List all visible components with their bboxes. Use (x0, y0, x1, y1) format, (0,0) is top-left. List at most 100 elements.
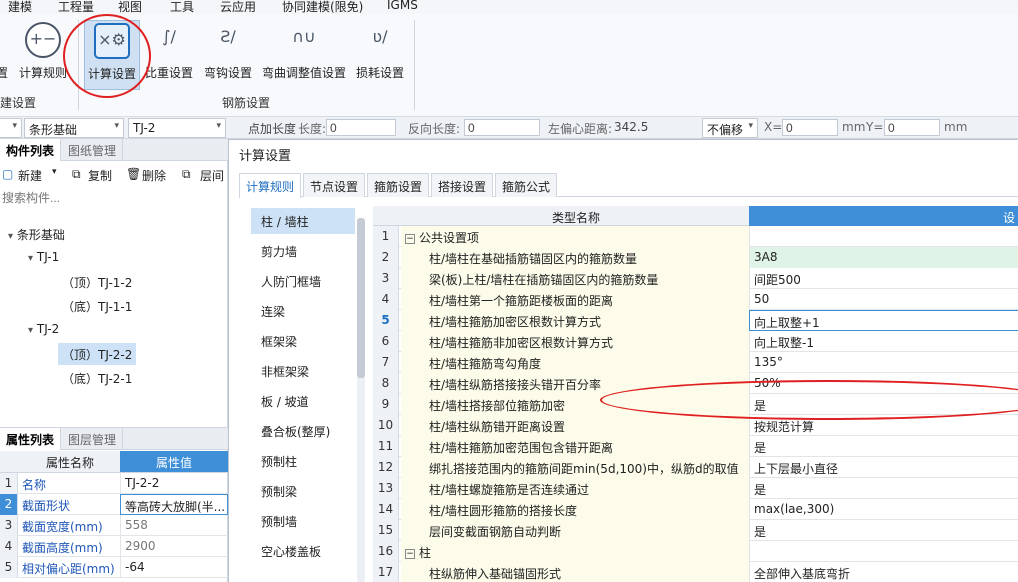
component-search-input[interactable] (0, 189, 226, 207)
category-item[interactable]: 连梁 (251, 298, 355, 324)
property-name: 截面形状 (22, 499, 71, 513)
tree-node-tj1-2[interactable]: （顶）TJ-1-2 (58, 271, 136, 293)
grid-group-row[interactable]: 1− 公共设置项 (373, 226, 1018, 247)
menu-item-view[interactable]: 视图 (118, 0, 142, 14)
property-value[interactable]: 558 (120, 515, 228, 536)
property-value[interactable]: 等高砖大放脚(半... (120, 494, 228, 515)
setting-value[interactable]: 3A8 (749, 247, 1018, 268)
ribbon-button-hook[interactable]: Ƨ∕ 弯钩设置 (202, 20, 254, 90)
grid-row[interactable]: 14 柱/墙柱圆形箍筋的搭接长度 max(lae,300) (373, 499, 1018, 520)
y-input[interactable] (884, 119, 940, 136)
setting-value[interactable]: max(lae,300) (749, 499, 1018, 520)
tree-node-tj1[interactable]: ▾ TJ-1 (24, 247, 63, 269)
ribbon-label: 弯钩设置 (203, 66, 252, 80)
layer-copy-button[interactable]: 层间 (200, 167, 224, 184)
category-item[interactable]: 预制柱 (251, 448, 355, 474)
category-item[interactable]: 非框架梁 (251, 358, 355, 384)
copy-button[interactable]: 复制 (88, 167, 112, 184)
grid-row[interactable]: 2 柱/墙柱在基础插筋锚固区内的箍筋数量 3A8 (373, 247, 1018, 268)
menu-item-tools[interactable]: 工具 (170, 0, 194, 14)
grid-row[interactable]: 5 柱/墙柱箍筋加密区根数计算方式 向上取整+1 (373, 310, 1018, 331)
setting-value[interactable]: 全部伸入基底弯折 (749, 562, 1018, 582)
category-item[interactable]: 预制墙 (251, 508, 355, 534)
tab-stirrup-formula[interactable]: 箍筋公式 (495, 173, 558, 197)
menu-item-quantity[interactable]: 工程量 (58, 0, 94, 14)
reverse-length-input[interactable] (464, 119, 540, 136)
grid-group-row[interactable]: 16− 柱 (373, 541, 1018, 562)
setting-value[interactable]: 上下层最小直径 (749, 457, 1018, 478)
scrollbar-thumb[interactable] (357, 218, 365, 378)
tree-node-strip-foundation[interactable]: ▾ 条形基础 (4, 223, 69, 245)
category-item[interactable]: 框架梁 (251, 328, 355, 354)
grid-row[interactable]: 4 柱/墙柱第一个箍筋距楼板面的距离 50 (373, 289, 1018, 310)
category-item[interactable]: 人防门框墙 (251, 268, 355, 294)
offset-mode-combo[interactable]: 不偏移 ▾ (702, 118, 758, 138)
collapse-icon[interactable]: − (405, 548, 415, 559)
grid-row[interactable]: 13 柱/墙柱螺旋箍筋是否连续通过是 (373, 478, 1018, 499)
menu-item-model[interactable]: 建模 (8, 0, 32, 14)
tree-node-tj2-2[interactable]: （顶）TJ-2-2 (58, 343, 137, 365)
property-row[interactable]: 4 截面高度(mm) 2900 (0, 536, 228, 557)
type-combo[interactable]: 条形基础 ▾ (24, 118, 124, 138)
setting-value[interactable]: 135° (749, 352, 1018, 373)
caret-down-icon[interactable]: ▾ (8, 231, 13, 242)
property-row[interactable]: 2 截面形状 等高砖大放脚(半... (0, 494, 228, 515)
property-value[interactable]: TJ-2-2 (120, 473, 228, 494)
setting-value[interactable]: 是 (749, 436, 1018, 457)
setting-value[interactable]: 50 (749, 289, 1018, 310)
grid-row[interactable]: 15 层间变截面钢筋自动判断是 (373, 520, 1018, 541)
floor-combo[interactable]: ▾ (0, 118, 22, 138)
property-value[interactable]: -64 (120, 557, 228, 578)
category-item[interactable]: 预制梁 (251, 478, 355, 504)
grid-row[interactable]: 3 梁(板)上柱/墙柱在插筋锚固区内的箍筋数量 间距500 (373, 268, 1018, 289)
grid-row[interactable]: 7 柱/墙柱箍筋弯勾角度 135° (373, 352, 1018, 373)
ribbon-button-bend[interactable]: ∩∪ 弯曲调整值设置 (260, 20, 348, 90)
tab-property-list[interactable]: 属性列表 (0, 428, 62, 450)
tree-node-tj2-1[interactable]: （底）TJ-2-1 (58, 367, 136, 389)
delete-button[interactable]: 删除 (142, 167, 166, 184)
tree-node-tj1-1[interactable]: （底）TJ-1-1 (58, 295, 136, 317)
tab-lap-settings[interactable]: 搭接设置 (431, 173, 494, 197)
tab-stirrup-settings[interactable]: 箍筋设置 (367, 173, 430, 197)
property-row[interactable]: 3 截面宽度(mm) 558 (0, 515, 228, 536)
tab-drawing-manage[interactable]: 图纸管理 (62, 139, 124, 161)
category-item[interactable]: 板 / 坡道 (251, 388, 355, 414)
setting-value[interactable]: 是 (749, 478, 1018, 499)
grid-row[interactable]: 6 柱/墙柱箍筋非加密区根数计算方式 向上取整-1 (373, 331, 1018, 352)
new-button[interactable]: 新建 (18, 167, 42, 184)
caret-down-icon[interactable]: ▾ (28, 253, 33, 264)
chevron-down-icon[interactable]: ▾ (52, 167, 57, 177)
tab-node-settings[interactable]: 节点设置 (303, 173, 366, 197)
category-scrollbar[interactable] (357, 218, 365, 582)
collapse-icon[interactable]: − (405, 233, 415, 244)
setting-value[interactable]: 向上取整-1 (749, 331, 1018, 352)
ribbon-button-loss[interactable]: ʋ∕ 损耗设置 (354, 20, 406, 90)
setting-value[interactable]: 间距500 (749, 268, 1018, 289)
name-combo[interactable]: TJ-2 ▾ (128, 118, 226, 138)
grid-row[interactable]: 17 柱纵筋伸入基础锚固形式 全部伸入基底弯折 (373, 562, 1018, 582)
property-row[interactable]: 1 名称 TJ-2-2 (0, 473, 228, 494)
tab-component-list[interactable]: 构件列表 (0, 139, 62, 161)
category-item[interactable]: 剪力墙 (251, 238, 355, 264)
property-row[interactable]: 5 相对偏心距(mm) -64 (0, 557, 228, 578)
setting-value[interactable]: 是 (749, 520, 1018, 541)
caret-down-icon[interactable]: ▾ (28, 325, 33, 336)
tree-node-tj2[interactable]: ▾ TJ-2 (24, 319, 63, 341)
tab-calc-rules[interactable]: 计算规则 (239, 173, 302, 198)
ribbon-button-calc-rules[interactable]: +− 计算规则 (16, 20, 70, 90)
category-item[interactable]: 柱 / 墙柱 (251, 208, 355, 234)
grid-row[interactable]: 12 绑扎搭接范围内的箍筋间距min(5d,100)中，纵筋d的取值 上下层最小直径 (373, 457, 1018, 478)
menu-item-collab[interactable]: 协同建模(限免) (282, 0, 363, 14)
grid-row[interactable]: 11 柱/墙柱箍筋加密范围包含错开距离是 (373, 436, 1018, 457)
menu-item-igms[interactable]: IGMS (387, 0, 418, 12)
tab-layer-manage[interactable]: 图层管理 (62, 428, 124, 450)
menu-item-cloud[interactable]: 云应用 (220, 0, 256, 14)
setting-value[interactable]: 向上取整+1 (749, 310, 1018, 331)
property-value[interactable]: 2900 (120, 536, 228, 557)
length-input[interactable] (326, 119, 396, 136)
x-input[interactable] (782, 119, 838, 136)
category-item[interactable]: 叠合板(整厚) (251, 418, 355, 444)
ribbon-button-settings-partial[interactable]: 置 (0, 20, 10, 90)
delete-icon: 🗑 (126, 167, 142, 181)
category-item[interactable]: 空心楼盖板 (251, 538, 355, 564)
